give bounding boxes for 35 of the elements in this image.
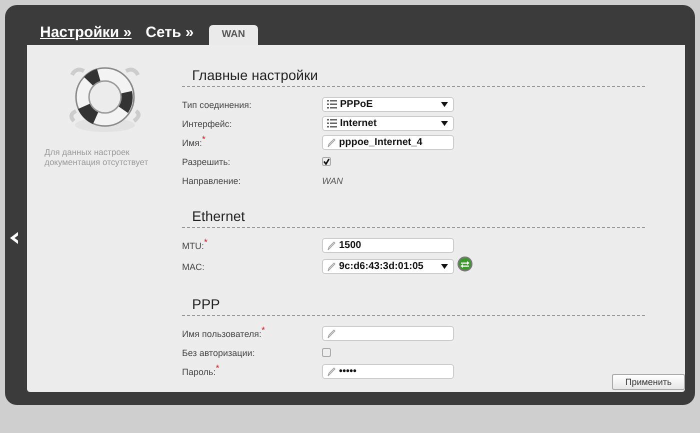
dropdown-field[interactable]: Internet <box>322 116 454 131</box>
field-label: Интерфейс: <box>182 118 233 128</box>
dropdown-arrow-icon <box>441 102 448 107</box>
field-label: Тип соединения: <box>182 100 253 110</box>
list-icon <box>327 119 337 128</box>
pencil-icon <box>327 138 336 148</box>
dropdown-field[interactable]: 9c:d6:43:3d:01:05 <box>322 259 454 274</box>
section-title: Главные настройки <box>182 66 645 87</box>
field-label: Разрешить: <box>182 156 232 166</box>
pencil-icon <box>327 328 336 338</box>
dropdown-arrow-icon <box>441 121 448 126</box>
tab[interactable]: WAN <box>208 25 258 45</box>
pencil-icon <box>327 262 336 272</box>
checkbox[interactable] <box>322 157 331 166</box>
section-title: PPP <box>182 295 645 316</box>
input-field[interactable] <box>322 326 454 341</box>
field-label: Направление: <box>182 176 242 186</box>
dropdown-arrow-icon <box>441 264 448 269</box>
field-label: MAC: <box>182 262 206 272</box>
sidebar-note: Для данных настроек документация отсутствует <box>44 147 150 168</box>
input-field[interactable]: 1500 <box>322 238 454 253</box>
pencil-icon <box>327 240 336 250</box>
back-arrow-icon[interactable] <box>10 232 19 244</box>
checkbox[interactable] <box>322 348 331 357</box>
refresh-button[interactable] <box>457 256 473 272</box>
field-value: WAN <box>322 176 343 186</box>
pencil-icon <box>327 366 336 376</box>
apply-button[interactable]: Применить <box>612 374 685 390</box>
list-icon <box>327 100 337 109</box>
input-field[interactable]: ••••• <box>322 364 454 379</box>
section-title: Ethernet <box>182 207 645 228</box>
breadcrumb-link[interactable]: Настройки » <box>40 24 132 41</box>
dropdown-field[interactable]: PPPoE <box>322 97 454 112</box>
input-field[interactable]: pppoe_Internet_4 <box>322 135 454 150</box>
field-label: Без авторизации: <box>182 348 256 358</box>
